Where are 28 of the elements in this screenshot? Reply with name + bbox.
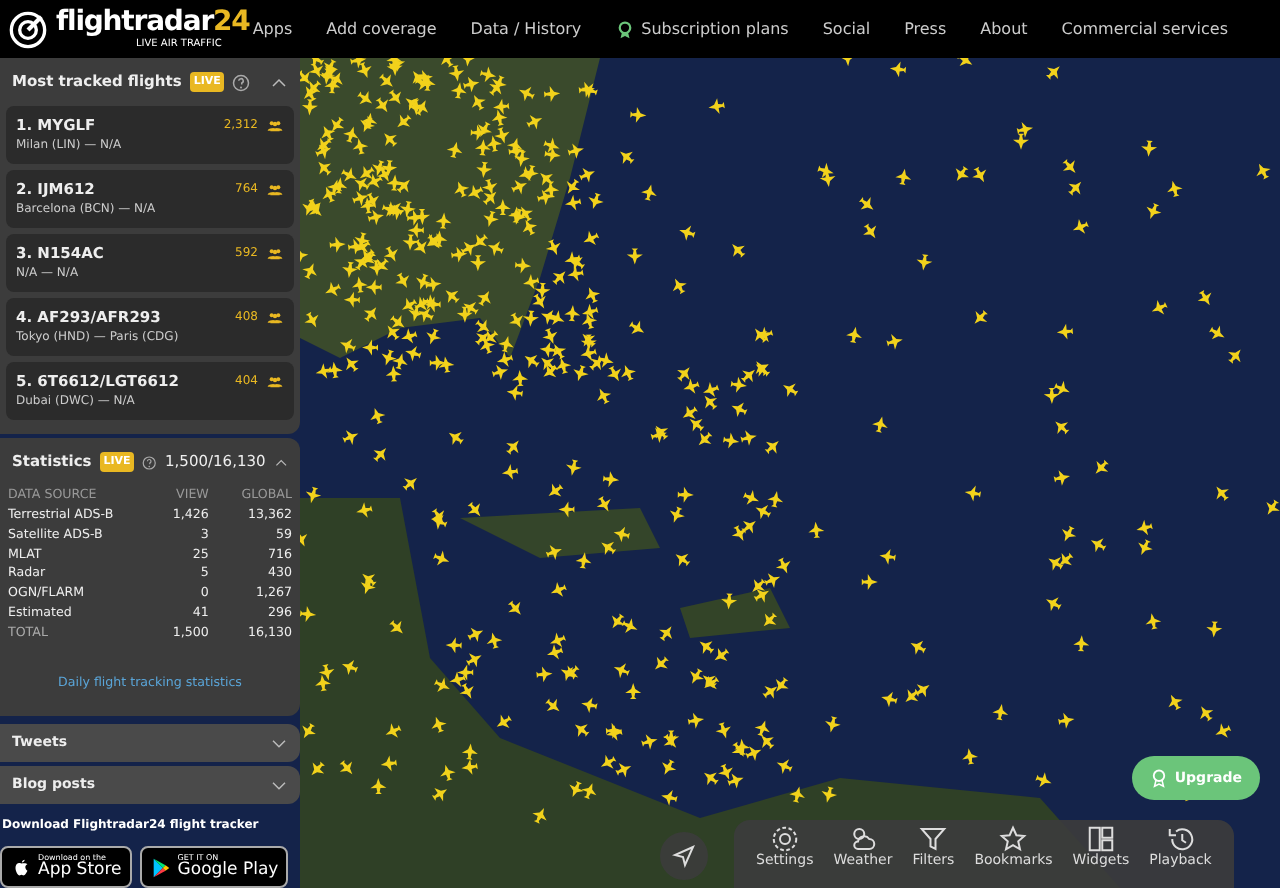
widgets-icon	[1085, 824, 1116, 854]
nav-link[interactable]: Subscription plans	[615, 17, 789, 41]
history-icon	[1165, 824, 1196, 854]
nav-link[interactable]: Data / History	[470, 17, 582, 41]
people-icon	[266, 373, 284, 390]
weather-icon	[847, 824, 878, 854]
filter-icon	[918, 824, 949, 854]
people-icon	[266, 117, 284, 134]
people-icon	[266, 309, 284, 326]
navigation-arrow-icon	[672, 844, 696, 868]
settings-icon	[769, 824, 800, 854]
nav-link[interactable]: About	[980, 17, 1028, 41]
people-icon	[266, 181, 284, 198]
people-icon	[266, 245, 284, 262]
nav-link[interactable]: Add coverage	[326, 17, 437, 41]
help-icon	[232, 73, 251, 91]
award-icon	[1150, 768, 1169, 788]
play-store-icon	[149, 855, 172, 879]
award-icon	[615, 19, 634, 39]
star-icon	[998, 824, 1029, 854]
nav-link[interactable]: Apps	[252, 17, 293, 41]
logo-text: flightradar24	[56, 8, 250, 36]
radar-logo-icon	[8, 9, 48, 49]
help-icon	[142, 453, 158, 471]
nav-link[interactable]: Press	[904, 17, 947, 41]
nav-link[interactable]: Commercial services	[1061, 17, 1228, 41]
apple-icon	[10, 855, 32, 879]
nav-link[interactable]: Social	[822, 17, 871, 41]
